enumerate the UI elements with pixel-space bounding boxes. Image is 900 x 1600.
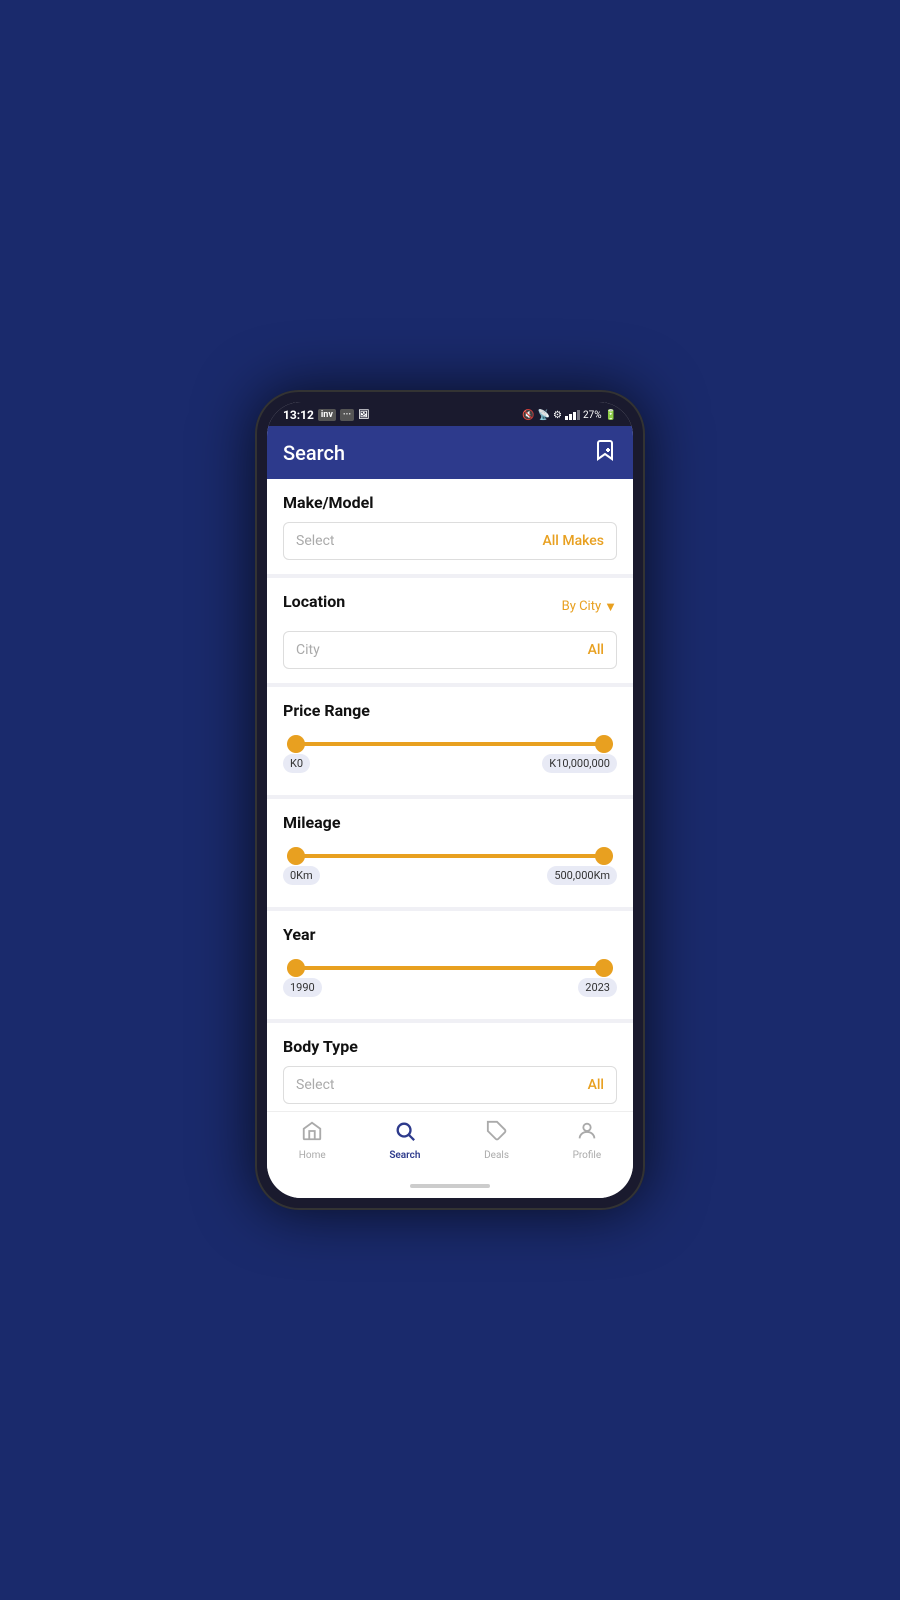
year-title: Year	[283, 925, 617, 944]
price-track	[287, 742, 613, 746]
mileage-fill	[287, 854, 613, 858]
app-bar-title: Search	[283, 441, 345, 465]
mileage-min-label: 0Km	[283, 866, 320, 885]
bottom-nav: Home Search Deals	[267, 1111, 633, 1173]
year-fill	[287, 966, 613, 970]
body-type-select[interactable]: Select All	[283, 1066, 617, 1104]
status-icons: 🔇 📡 ⚙ 27% 🔋	[522, 410, 617, 421]
search-icon	[394, 1120, 416, 1147]
mileage-labels: 0Km 500,000Km	[283, 866, 617, 885]
city-badge: All	[588, 642, 604, 658]
location-header: Location By City ▼	[283, 592, 617, 621]
nav-deals-label: Deals	[484, 1150, 509, 1161]
location-title: Location	[283, 592, 345, 611]
tag-icon	[486, 1120, 508, 1147]
year-min-label: 1990	[283, 978, 322, 997]
nav-search[interactable]: Search	[389, 1120, 420, 1161]
make-model-placeholder: Select	[296, 533, 334, 549]
status-bar: 13:12 inv ··· 🖼 🔇 📡 ⚙ 27% 🔋	[267, 402, 633, 426]
year-track	[287, 966, 613, 970]
price-thumb-min[interactable]	[287, 735, 305, 753]
price-range-title: Price Range	[283, 701, 617, 720]
nav-profile[interactable]: Profile	[573, 1120, 602, 1161]
phone-screen: 13:12 inv ··· 🖼 🔇 📡 ⚙ 27% 🔋	[267, 402, 633, 1198]
nav-profile-label: Profile	[573, 1150, 602, 1161]
mileage-max-label: 500,000Km	[547, 866, 617, 885]
mileage-thumb-max[interactable]	[595, 847, 613, 865]
save-filter-icon[interactable]	[593, 438, 617, 467]
price-min-label: K0	[283, 754, 310, 773]
content-area: Make/Model Select All Makes Location By …	[267, 479, 633, 1111]
status-time: 13:12 inv ··· 🖼	[283, 408, 370, 422]
body-type-title: Body Type	[283, 1037, 617, 1056]
year-thumb-min[interactable]	[287, 959, 305, 977]
year-slider[interactable]: 1990 2023	[283, 954, 617, 1005]
location-section: Location By City ▼ City All	[267, 578, 633, 683]
price-range-slider[interactable]: K0 K10,000,000	[283, 730, 617, 781]
home-bar	[267, 1173, 633, 1198]
city-select[interactable]: City All	[283, 631, 617, 669]
mileage-thumb-min[interactable]	[287, 847, 305, 865]
nav-home-label: Home	[299, 1150, 326, 1161]
body-type-badge: All	[588, 1077, 604, 1093]
app-bar: Search	[267, 426, 633, 479]
make-model-select[interactable]: Select All Makes	[283, 522, 617, 560]
body-type-section: Body Type Select All	[267, 1023, 633, 1111]
nav-search-label: Search	[389, 1150, 420, 1161]
body-type-placeholder: Select	[296, 1077, 334, 1093]
make-model-badge: All Makes	[542, 533, 604, 549]
mileage-track	[287, 854, 613, 858]
nav-deals[interactable]: Deals	[484, 1120, 509, 1161]
profile-icon	[576, 1120, 598, 1147]
year-max-label: 2023	[578, 978, 617, 997]
city-placeholder: City	[296, 642, 320, 658]
home-icon	[301, 1120, 323, 1147]
year-section: Year 1990 2023	[267, 911, 633, 1019]
year-thumb-max[interactable]	[595, 959, 613, 977]
price-max-label: K10,000,000	[542, 754, 617, 773]
nav-home[interactable]: Home	[299, 1120, 326, 1161]
mileage-title: Mileage	[283, 813, 617, 832]
mileage-slider[interactable]: 0Km 500,000Km	[283, 842, 617, 893]
year-labels: 1990 2023	[283, 978, 617, 997]
make-model-section: Make/Model Select All Makes	[267, 479, 633, 574]
signal-icon	[565, 410, 580, 420]
price-range-section: Price Range K0 K10,000,000	[267, 687, 633, 795]
price-thumb-max[interactable]	[595, 735, 613, 753]
mileage-section: Mileage 0Km 500,000Km	[267, 799, 633, 907]
price-fill	[287, 742, 613, 746]
make-model-title: Make/Model	[283, 493, 617, 512]
price-labels: K0 K10,000,000	[283, 754, 617, 773]
phone-frame: 13:12 inv ··· 🖼 🔇 📡 ⚙ 27% 🔋	[255, 390, 645, 1210]
by-city-button[interactable]: By City ▼	[562, 599, 617, 615]
